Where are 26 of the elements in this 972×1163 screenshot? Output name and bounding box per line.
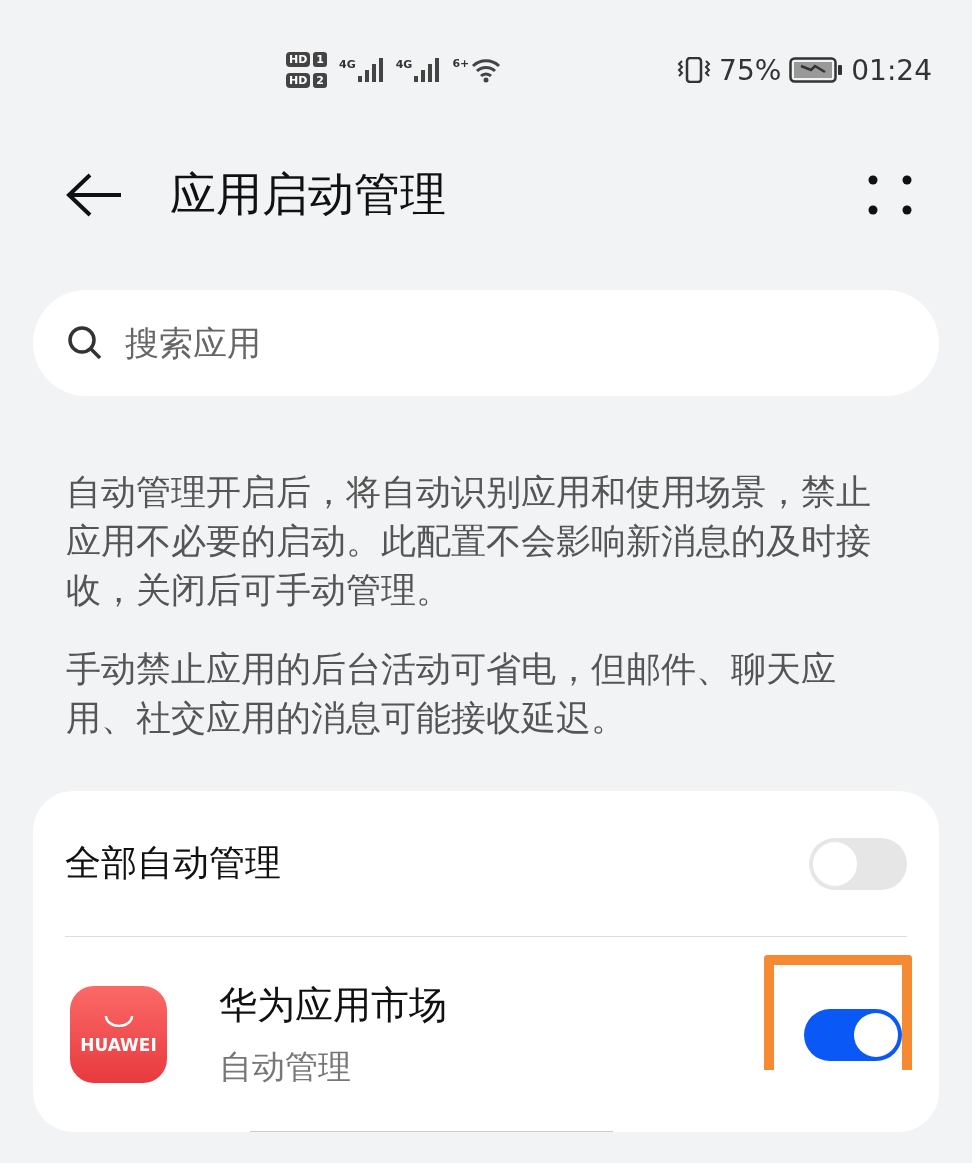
network-label: 4G: [395, 58, 413, 71]
vibrate-icon: [677, 57, 712, 83]
network-label: 4G: [339, 58, 356, 71]
signal-icon: [414, 58, 441, 82]
sim-slot-badge: 2: [313, 73, 327, 88]
description-text: 自动管理开启后，将自动识别应用和使用场景，禁止应用不必要的启动。此配置不会影响新消息的及时接收，关闭后可手动管理。: [66, 471, 872, 612]
battery-icon: [789, 57, 844, 83]
search-field[interactable]: 搜索应用: [33, 290, 939, 396]
hd-badge: HD: [286, 73, 311, 88]
back-arrow-icon[interactable]: [66, 173, 122, 217]
hd-badge: HD: [286, 52, 311, 67]
description-text: 手动禁止应用的后台活动可省电，但邮件、聊天应用、社交应用的消息可能接收延迟。: [66, 648, 837, 740]
signal-icon: [357, 58, 384, 82]
battery-percent: 75%: [719, 53, 782, 87]
app-name: 华为应用市场: [219, 981, 447, 1029]
sim-slot-badge: 1: [313, 52, 327, 67]
wifi-icon: [471, 57, 502, 83]
clock-time: 01:24: [851, 53, 932, 87]
more-options-icon[interactable]: [868, 175, 912, 215]
wifi-label: 6+: [452, 57, 470, 70]
toggle-switch[interactable]: [809, 837, 907, 890]
page-title: 应用启动管理: [170, 166, 446, 223]
setting-label: 全部自动管理: [65, 841, 281, 885]
app-status: 自动管理: [219, 1045, 352, 1088]
app-icon: HUAWEI: [70, 986, 167, 1083]
toggle-switch[interactable]: [804, 1008, 902, 1061]
